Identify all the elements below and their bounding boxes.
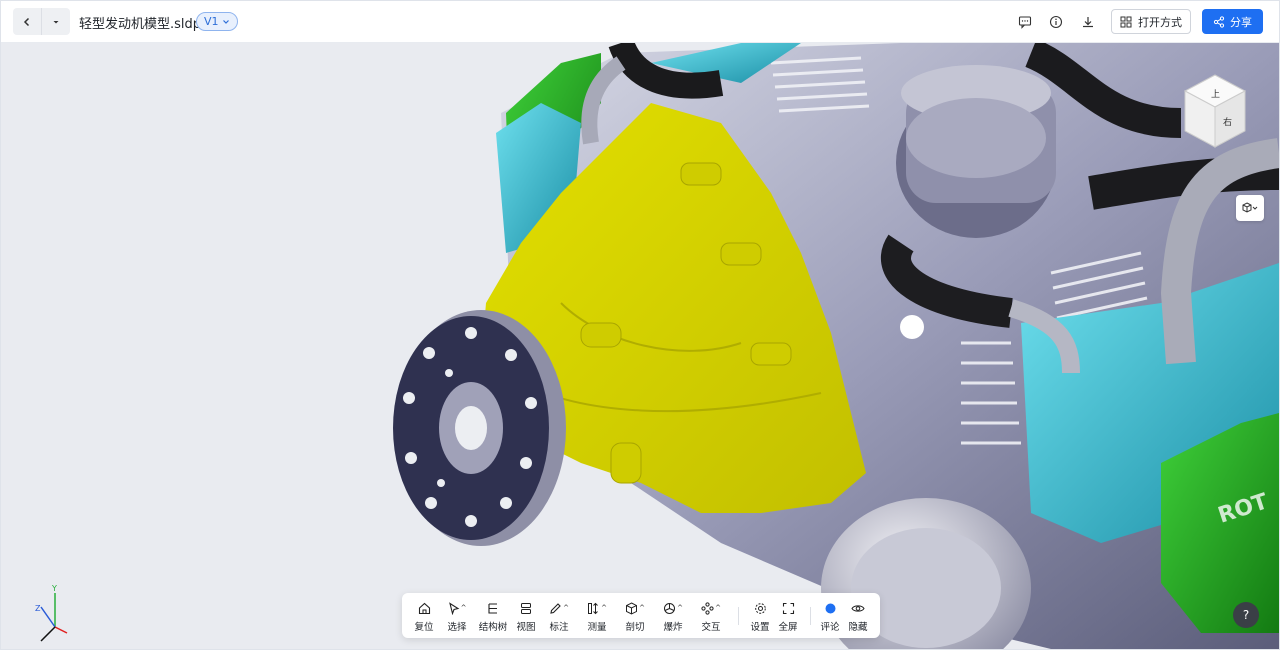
fullscreen-label: 全屏 [778, 622, 798, 633]
select-button[interactable]: ^ 选择 [442, 593, 472, 638]
explode-button[interactable]: ^ 爆炸 [658, 593, 688, 638]
structure-tree-label: 结构树 [478, 622, 508, 633]
toolbar-divider [738, 607, 739, 625]
settings-button[interactable]: 设置 [746, 593, 774, 638]
comment-icon [1018, 16, 1032, 29]
fullscreen-button[interactable]: 全屏 [774, 593, 802, 638]
version-label: V1 [204, 15, 219, 28]
section-button[interactable]: ^ 剖切 [620, 593, 650, 638]
reset-button[interactable]: 复位 [410, 593, 438, 638]
axis-z-label: Z [35, 604, 41, 613]
measure-button[interactable]: ^ 测量 [582, 593, 612, 638]
explode-label: 爆炸 [663, 622, 683, 633]
bolt-white [900, 315, 924, 339]
download-icon [1083, 17, 1093, 28]
annotate-label: 标注 [549, 622, 569, 633]
hide-button[interactable]: 隐藏 [844, 593, 872, 638]
measure-label: 测量 [587, 622, 607, 633]
fullscreen-icon [782, 602, 794, 614]
measure-icon [588, 602, 598, 614]
version-selector[interactable]: V1 [196, 12, 238, 31]
reset-label: 复位 [414, 622, 434, 633]
share-button[interactable]: 分享 [1202, 9, 1263, 34]
view-cube-right-label: 右 [1223, 116, 1232, 128]
select-label: 选择 [447, 622, 467, 633]
file-name: 轻型发动机模型.sldprt [79, 17, 212, 32]
cursor-icon [448, 601, 459, 615]
pen-icon [550, 602, 561, 614]
home-icon [418, 602, 430, 614]
view-button[interactable]: 视图 [512, 593, 540, 638]
annotate-button[interactable]: ^ 标注 [544, 593, 574, 638]
back-button[interactable] [13, 8, 41, 35]
tree-icon [488, 602, 497, 614]
filter-cap [906, 98, 1046, 178]
section-cube-icon [626, 601, 638, 615]
cube-icon [1242, 202, 1258, 213]
cad-viewer-app: 轻型发动机模型.sldprt V1 打开方式 分享 ROT 上 右 Y Z 复位… [0, 0, 1280, 650]
comment-button[interactable] [1015, 12, 1035, 32]
view-icon [521, 602, 531, 614]
comments-toggle[interactable]: 评论 [816, 593, 844, 638]
grid-icon [1120, 16, 1132, 27]
info-button[interactable] [1046, 12, 1066, 32]
interact-icon [701, 601, 714, 615]
view-mode-dropdown[interactable] [1236, 195, 1264, 221]
view-cube[interactable]: 上 右 [1181, 73, 1251, 153]
section-label: 剖切 [625, 622, 645, 633]
axis-y-label: Y [51, 584, 57, 593]
bottom-toolbar: 复位 ^ 选择 结构树 视图 ^ 标注 ^ 测量 ^ 剖切 ^ 爆炸 ^ 交互 … [402, 593, 880, 638]
caret-down-icon [53, 20, 58, 23]
top-header: 轻型发动机模型.sldprt V1 打开方式 分享 [1, 1, 1279, 43]
help-button[interactable]: ? [1233, 602, 1259, 628]
engine-model[interactable]: ROT [1, 43, 1279, 649]
history-dropdown-button[interactable] [41, 8, 69, 35]
settings-label: 设置 [750, 622, 770, 633]
3d-viewport[interactable]: ROT 上 右 Y Z [1, 43, 1279, 649]
gear-icon [754, 602, 766, 614]
share-label: 分享 [1230, 15, 1252, 29]
nav-group [13, 8, 70, 35]
download-button[interactable] [1078, 12, 1098, 32]
chevron-left-icon [23, 17, 30, 26]
comments-label: 评论 [820, 622, 840, 633]
view-label: 视图 [516, 622, 536, 633]
explode-icon [664, 602, 676, 614]
structure-tree-button[interactable]: 结构树 [478, 593, 508, 638]
interact-label: 交互 [701, 622, 721, 633]
axis-gizmo: Y Z [35, 584, 68, 642]
share-icon [1213, 15, 1225, 28]
hide-label: 隐藏 [848, 622, 868, 633]
eye-icon [851, 604, 865, 612]
comment-dot-icon [825, 603, 835, 613]
info-icon [1049, 15, 1063, 29]
open-with-button[interactable]: 打开方式 [1111, 9, 1191, 34]
toolbar-divider [810, 607, 811, 625]
chevron-down-icon [222, 19, 229, 24]
view-cube-top-label: 上 [1211, 89, 1220, 100]
open-with-label: 打开方式 [1138, 15, 1182, 29]
interact-button[interactable]: ^ 交互 [696, 593, 726, 638]
